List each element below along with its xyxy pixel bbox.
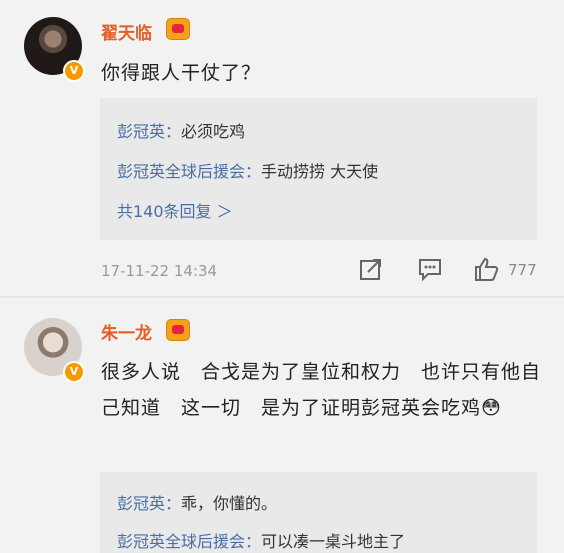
reply-text: 可以凑一桌斗地主了 — [261, 532, 406, 551]
like-icon[interactable] — [473, 256, 499, 282]
reply-username[interactable]: 彭冠英全球后援会 — [117, 162, 245, 181]
reply-box[interactable]: 彭冠英：必须吃鸡 彭冠英全球后援会：手动捞捞 大天使 共140条回复 ＞ — [100, 98, 537, 240]
reply-box[interactable]: 彭冠英：乖，你懂的。 彭冠英全球后援会：可以凑一桌斗地主了 — [100, 472, 537, 553]
reply-text: 手动捞捞 大天使 — [261, 162, 379, 181]
timestamp: 17-11-22 14:34 — [101, 262, 218, 280]
reply-item[interactable]: 彭冠英：乖，你懂的。 — [117, 490, 277, 514]
reply-colon: ： — [165, 122, 182, 141]
reply-item[interactable]: 彭冠英：必须吃鸡 — [117, 118, 245, 142]
reply-colon: ： — [245, 162, 262, 181]
reply-item[interactable]: 彭冠英全球后援会：可以凑一桌斗地主了 — [117, 528, 405, 552]
comment-item: V 朱一龙 很多人说 合戈是为了皇位和权力 也许只有他自己知道 这一切 是为了证… — [0, 298, 564, 553]
more-replies-link[interactable]: 共140条回复 ＞ — [117, 198, 233, 222]
comment-text: 很多人说 合戈是为了皇位和权力 也许只有他自己知道 这一切 是为了证明彭冠英会吃… — [101, 361, 542, 419]
reply-colon: ： — [165, 494, 182, 513]
username[interactable]: 朱一龙 — [101, 319, 152, 344]
share-icon[interactable] — [358, 256, 384, 282]
reply-username[interactable]: 彭冠英 — [117, 122, 165, 141]
reply-colon: ： — [245, 532, 262, 551]
reply-text: 必须吃鸡 — [181, 122, 246, 141]
reply-username[interactable]: 彭冠英 — [117, 494, 165, 513]
reply-username[interactable]: 彭冠英全球后援会 — [117, 532, 245, 551]
vip-crown-icon — [166, 18, 190, 40]
reply-item[interactable]: 彭冠英全球后援会：手动捞捞 大天使 — [117, 158, 378, 182]
comment-item: V 翟天临 你得跟人干仗了？ 彭冠英：必须吃鸡 彭冠英全球后援会：手动捞捞 大天… — [0, 0, 564, 296]
username[interactable]: 翟天临 — [101, 19, 152, 44]
comment-text: 你得跟人干仗了？ — [101, 62, 262, 84]
reply-text: 乖，你懂的。 — [181, 494, 278, 513]
like-count: 777 — [508, 261, 537, 279]
vip-crown-icon — [166, 319, 190, 341]
comment-icon[interactable] — [417, 256, 443, 282]
verified-icon: V — [63, 60, 85, 82]
verified-icon: V — [63, 361, 85, 383]
